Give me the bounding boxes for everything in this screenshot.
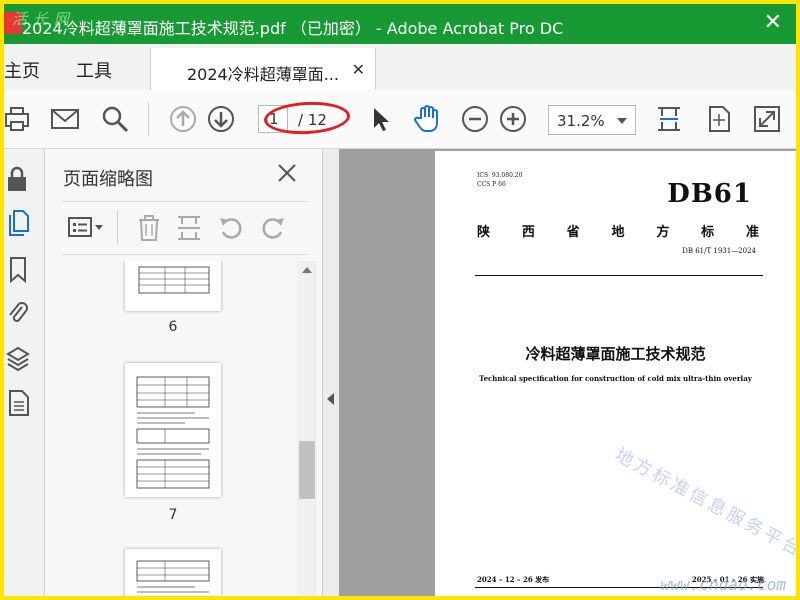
scroll-up-arrow-icon[interactable] <box>302 267 312 273</box>
search-icon[interactable] <box>100 104 130 134</box>
site-watermark: www.cndao.com <box>660 575 786 594</box>
zoom-out-icon[interactable] <box>460 104 490 134</box>
category-char: 地 <box>611 225 625 240</box>
category-char: 西 <box>521 225 535 240</box>
category-char: 省 <box>566 225 580 240</box>
full-screen-icon[interactable] <box>752 104 782 134</box>
previous-page-icon[interactable] <box>168 104 198 134</box>
toolbar: 1 / 12 31.2% <box>4 90 796 149</box>
rotate-clockwise-icon[interactable] <box>259 214 287 242</box>
category-char: 准 <box>745 225 759 240</box>
standard-number: DB 61/T 1931—2024 <box>682 247 756 255</box>
tab-close-icon[interactable]: ✕ <box>352 60 365 79</box>
header-rule <box>475 275 763 276</box>
category-char: 方 <box>656 225 670 240</box>
zoom-in-icon[interactable] <box>498 104 528 134</box>
thumbnail-page-6[interactable] <box>125 261 221 311</box>
panel-toolbar-divider <box>117 210 118 244</box>
page-preview <box>136 560 210 593</box>
attachment-icon[interactable] <box>6 299 30 327</box>
title-bar: 活长网 2024冷料超薄罩面施工技术规范.pdf （已加密） - Adobe A… <box>4 4 796 44</box>
panel-toolbar <box>63 201 307 255</box>
print-icon[interactable] <box>4 104 34 134</box>
panel-collapse-handle[interactable] <box>322 149 339 596</box>
document-page: ICS 93.080.20 CCS P 66 DB61 陕 西 省 地 方 标 … <box>435 151 796 596</box>
hand-tool-icon[interactable] <box>412 104 442 134</box>
standard-category: 陕 西 省 地 方 标 准 <box>477 221 759 240</box>
page-preview <box>138 266 210 294</box>
thumbnail-scrollbar[interactable] <box>297 261 317 596</box>
bookmark-icon[interactable] <box>6 255 30 283</box>
tab-tools[interactable]: 工具 <box>76 57 112 83</box>
email-icon[interactable] <box>50 104 80 134</box>
options-menu-icon[interactable] <box>67 214 105 242</box>
document-properties-icon[interactable] <box>6 389 30 417</box>
thumbnail-list: 6 7 <box>45 261 297 596</box>
zoom-select[interactable]: 31.2% <box>548 105 636 135</box>
scrollbar-thumb[interactable] <box>299 441 315 499</box>
thumbnail-page-7[interactable] <box>125 363 221 497</box>
page-thumbnails-panel: 页面缩略图 6 7 <box>45 149 321 596</box>
tab-home[interactable]: 主页 <box>4 57 40 83</box>
toolbar-divider <box>148 102 149 136</box>
rotate-view-icon[interactable] <box>704 104 734 134</box>
insert-pages-icon[interactable] <box>175 214 203 242</box>
window-close-button[interactable]: ✕ <box>764 10 782 36</box>
zoom-value: 31.2% <box>557 112 605 130</box>
publish-date: 2024 – 12 – 26 发布 <box>477 575 550 584</box>
thumbnail-page-number: 6 <box>168 319 178 335</box>
lock-icon[interactable] <box>6 165 30 193</box>
select-cursor-icon[interactable] <box>366 104 396 134</box>
rotate-counterclockwise-icon[interactable] <box>217 214 245 242</box>
thumbnail-page-number: 7 <box>168 507 178 523</box>
next-page-icon[interactable] <box>206 104 236 134</box>
standard-code: DB61 <box>667 179 752 209</box>
collapse-arrow-icon[interactable] <box>327 393 334 405</box>
page-thumbnails-icon[interactable] <box>6 209 30 237</box>
trash-icon[interactable] <box>135 214 163 242</box>
document-title: 冷料超薄罩面施工技术规范 <box>525 345 706 363</box>
close-icon[interactable] <box>275 161 299 185</box>
tab-bar: 主页 工具 2024冷料超薄罩面... ✕ <box>4 44 796 91</box>
window-title: 2024冷料超薄罩面施工技术规范.pdf （已加密） - Adobe Acrob… <box>22 19 564 38</box>
tab-document[interactable]: 2024冷料超薄罩面... ✕ <box>150 48 376 91</box>
thumbnail-page-8[interactable] <box>125 549 221 596</box>
fit-page-icon[interactable] <box>654 104 684 134</box>
category-char: 标 <box>701 225 715 240</box>
screenshot-frame: 活长网 2024冷料超薄罩面施工技术规范.pdf （已加密） - Adobe A… <box>0 0 800 600</box>
left-navigation-rail <box>4 149 45 596</box>
chevron-down-icon <box>617 118 627 124</box>
document-view[interactable]: ICS 93.080.20 CCS P 66 DB61 陕 西 省 地 方 标 … <box>339 149 796 596</box>
page-preview <box>136 376 210 489</box>
ics-code: ICS 93.080.20 CCS P 66 <box>477 172 523 188</box>
panel-title: 页面缩略图 <box>63 169 153 190</box>
category-char: 陕 <box>477 225 491 240</box>
document-subtitle: Technical specification for construction… <box>479 374 752 383</box>
document-watermark: 地方标准信息服务平台 <box>611 444 796 562</box>
layers-icon[interactable] <box>6 345 30 373</box>
tab-document-label: 2024冷料超薄罩面... <box>187 65 339 84</box>
